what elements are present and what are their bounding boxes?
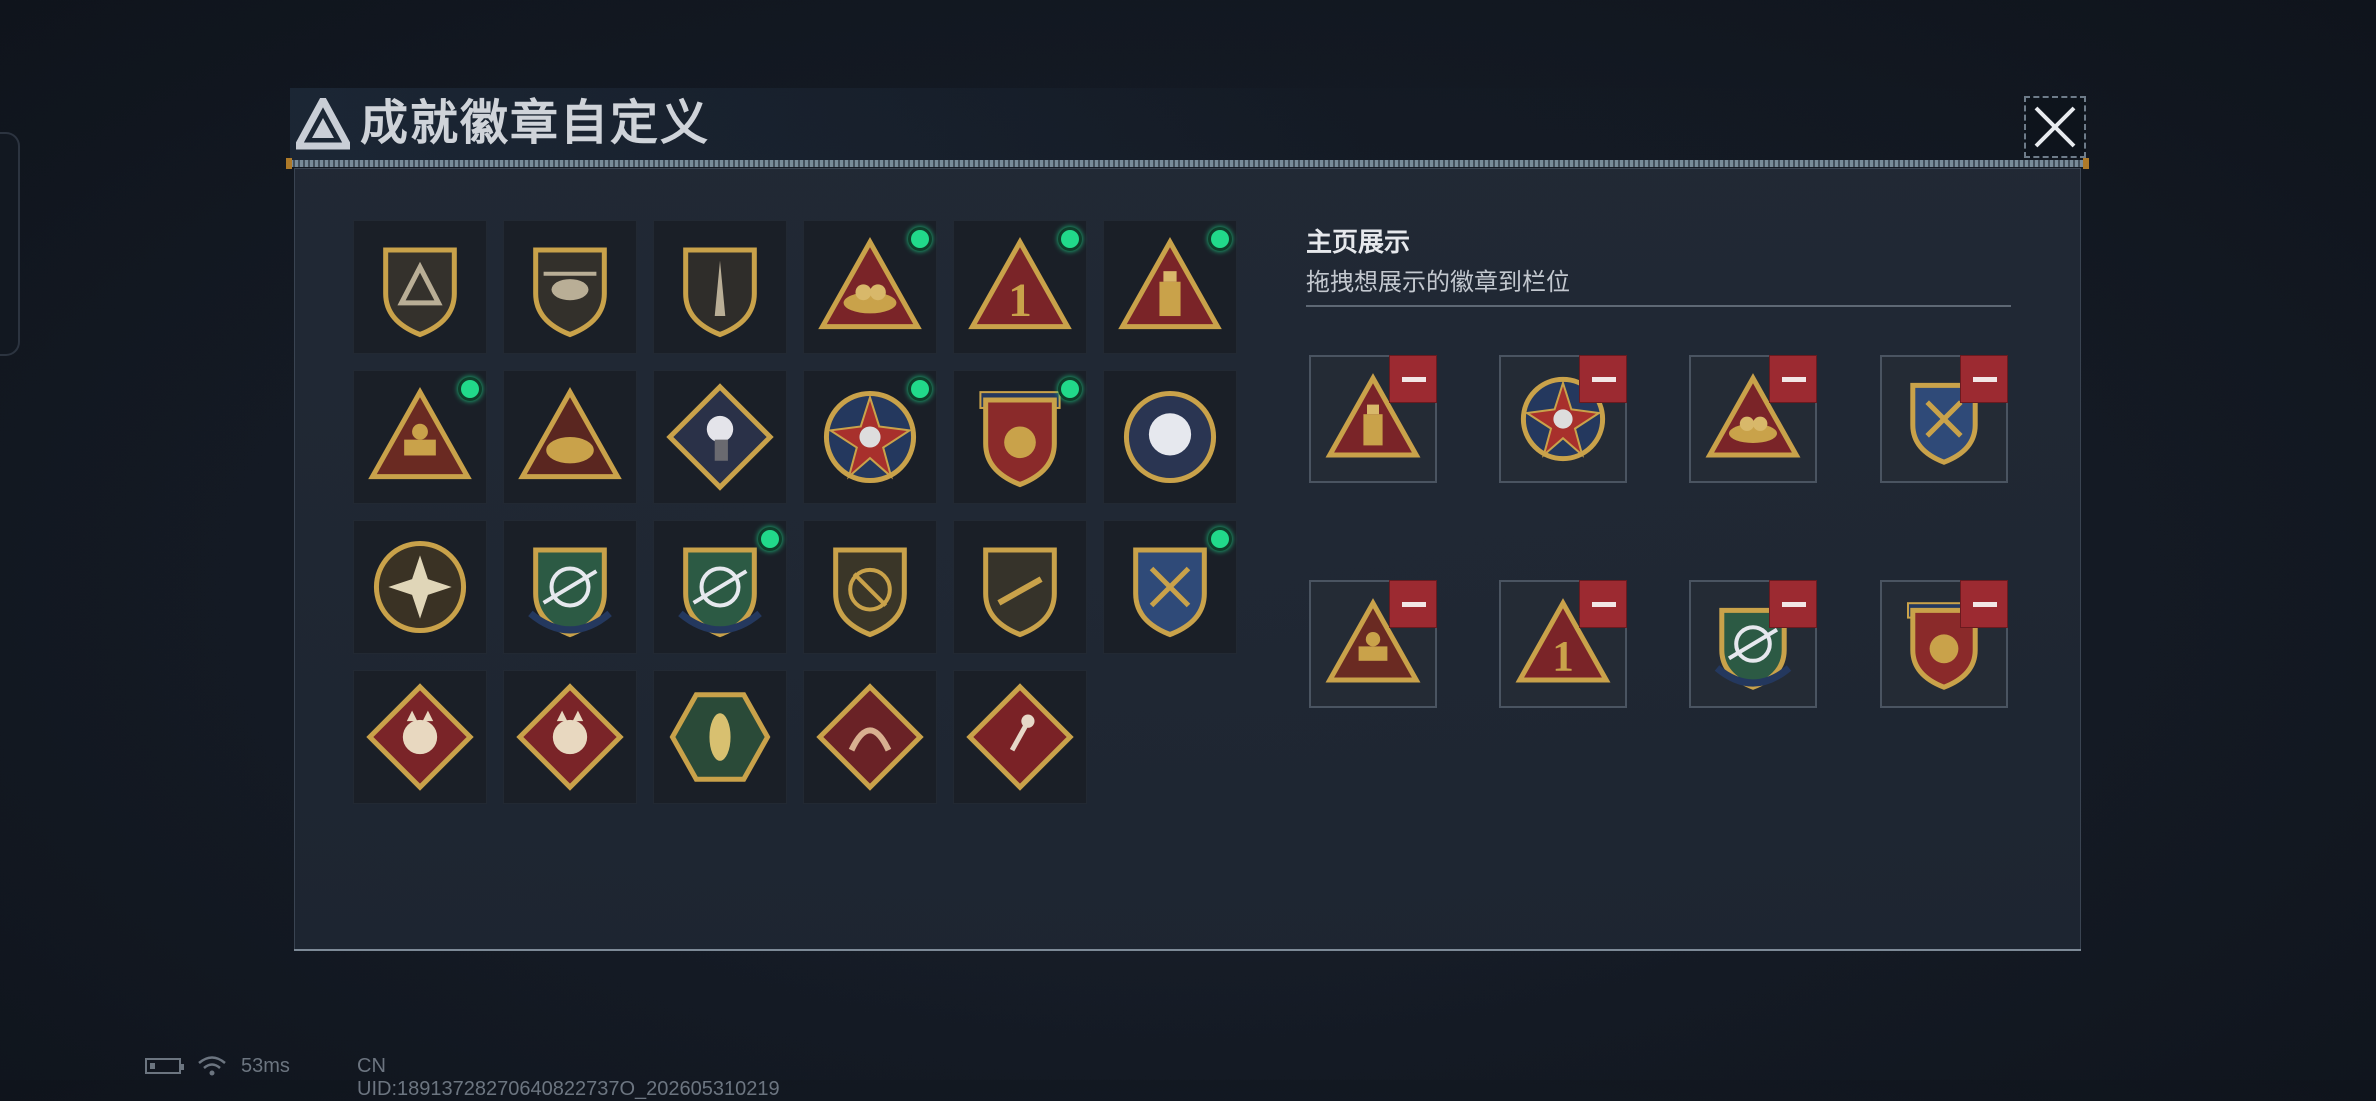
showcase-slot[interactable] <box>1309 580 1437 708</box>
showcase-slot[interactable] <box>1880 580 2008 708</box>
badge-cell[interactable]: 1 <box>953 220 1087 354</box>
remove-badge-button[interactable] <box>1579 355 1627 403</box>
ping-text: 53ms <box>241 1055 290 1077</box>
badge-cell[interactable] <box>1103 520 1237 654</box>
new-indicator-dot <box>458 377 482 401</box>
showcase-slot[interactable] <box>1689 355 1817 483</box>
game-logo-icon <box>292 92 354 150</box>
remove-badge-button[interactable] <box>1389 355 1437 403</box>
showcase-slot[interactable] <box>1499 355 1627 483</box>
new-indicator-dot <box>908 227 932 251</box>
badge-cell[interactable] <box>653 220 787 354</box>
title-divider <box>286 158 2089 169</box>
badge-cell[interactable] <box>653 670 787 804</box>
close-button[interactable] <box>2024 96 2086 158</box>
new-indicator-dot <box>1208 527 1232 551</box>
badge-cell[interactable] <box>503 520 637 654</box>
showcase-slot[interactable] <box>1880 355 2008 483</box>
new-indicator-dot <box>1058 377 1082 401</box>
dialog-header: 成就徽章自定义 <box>286 88 2089 169</box>
close-icon <box>2034 106 2076 148</box>
badge-cell[interactable] <box>653 520 787 654</box>
new-indicator-dot <box>1058 227 1082 251</box>
uid-text: CN UID:18913728270640822737O_20260531021… <box>357 1055 780 1100</box>
showcase-subtitle: 拖拽想展示的徽章到栏位 <box>1306 269 1570 296</box>
badge-cell[interactable] <box>803 220 937 354</box>
badge-cell[interactable] <box>803 370 937 504</box>
new-indicator-dot <box>1208 227 1232 251</box>
remove-badge-button[interactable] <box>1579 580 1627 628</box>
showcase-slot[interactable] <box>1309 355 1437 483</box>
badge-cell[interactable] <box>353 370 487 504</box>
badge-cell[interactable] <box>353 520 487 654</box>
remove-badge-button[interactable] <box>1389 580 1437 628</box>
badge-grid: 1 <box>353 220 1243 805</box>
remove-badge-button[interactable] <box>1960 355 2008 403</box>
battery-icon <box>145 1058 184 1074</box>
remove-badge-button[interactable] <box>1769 355 1817 403</box>
badge-cell[interactable] <box>503 670 637 804</box>
badge-cell[interactable] <box>353 670 487 804</box>
remove-badge-button[interactable] <box>1960 580 2008 628</box>
badge-cell[interactable] <box>953 670 1087 804</box>
showcase-divider <box>1306 305 2011 307</box>
showcase-title: 主页展示 <box>1306 227 1411 257</box>
new-indicator-dot <box>758 527 782 551</box>
badge-cell[interactable] <box>1103 370 1237 504</box>
wifi-icon <box>197 1055 227 1083</box>
remove-badge-button[interactable] <box>1769 580 1817 628</box>
panel-bottom-edge <box>294 949 2081 951</box>
badge-cell[interactable] <box>953 370 1087 504</box>
badge-cell[interactable] <box>1103 220 1237 354</box>
showcase-slot[interactable]: 1 <box>1499 580 1627 708</box>
new-indicator-dot <box>908 377 932 401</box>
badge-cell[interactable] <box>803 670 937 804</box>
dialog-title: 成就徽章自定义 <box>360 97 711 150</box>
badge-cell[interactable] <box>653 370 787 504</box>
badge-cell[interactable] <box>503 370 637 504</box>
badge-cell[interactable] <box>803 520 937 654</box>
svg-text:1: 1 <box>1008 275 1032 327</box>
badge-cell[interactable] <box>953 520 1087 654</box>
showcase-slot[interactable] <box>1689 580 1817 708</box>
svg-text:1: 1 <box>1552 633 1574 680</box>
badge-cell[interactable] <box>353 220 487 354</box>
side-tab[interactable] <box>0 132 20 356</box>
badge-cell[interactable] <box>503 220 637 354</box>
